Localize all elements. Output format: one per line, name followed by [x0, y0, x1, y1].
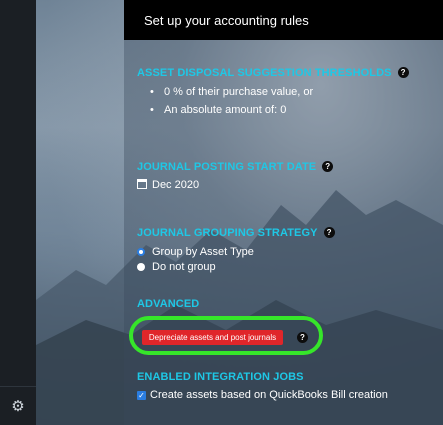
- posting-section-title: JOURNAL POSTING START DATE?: [137, 161, 334, 173]
- posting-date[interactable]: Dec 2020: [137, 179, 199, 191]
- disposal-title-text: ASSET DISPOSAL SUGGESTION THRESHOLDS: [137, 67, 392, 79]
- integration-section-title: ENABLED INTEGRATION JOBS: [137, 371, 304, 383]
- gear-icon[interactable]: ⚙: [8, 396, 28, 416]
- radio-label: Do not group: [152, 261, 216, 273]
- page-title: Set up your accounting rules: [144, 12, 309, 28]
- disposal-section-title: ASSET DISPOSAL SUGGESTION THRESHOLDS?: [137, 67, 409, 79]
- list-item: An absolute amount of: 0: [150, 104, 286, 116]
- checkbox-label: Create assets based on QuickBooks Bill c…: [150, 389, 388, 401]
- rail-divider: [0, 386, 36, 387]
- bullet-text: An absolute amount of: 0: [164, 104, 287, 116]
- advanced-section-title: ADVANCED: [137, 298, 199, 310]
- bullet-text: 0 % of their purchase value, or: [164, 86, 314, 98]
- panel-header: Set up your accounting rules: [124, 0, 443, 40]
- radio-group-by-asset-type[interactable]: Group by Asset Type: [137, 246, 254, 258]
- settings-panel: [124, 0, 443, 425]
- posting-date-value: Dec 2020: [152, 179, 200, 191]
- depreciate-assets-button[interactable]: Depreciate assets and post journals: [142, 330, 283, 345]
- calendar-icon: [137, 179, 147, 189]
- question-circle-icon[interactable]: ?: [397, 67, 409, 78]
- radio-do-not-group[interactable]: Do not group: [137, 261, 216, 273]
- grouping-section-title: JOURNAL GROUPING STRATEGY?: [137, 227, 335, 239]
- question-circle-icon[interactable]: ?: [297, 332, 308, 343]
- left-rail: [0, 0, 36, 425]
- question-circle-icon[interactable]: ?: [323, 227, 335, 238]
- posting-title-text: JOURNAL POSTING START DATE: [137, 161, 317, 173]
- radio-label: Group by Asset Type: [152, 246, 254, 258]
- quickbooks-bill-checkbox-row[interactable]: ✓ Create assets based on QuickBooks Bill …: [137, 389, 388, 401]
- question-circle-icon[interactable]: ?: [322, 161, 334, 172]
- radio-unselected-icon[interactable]: [137, 263, 145, 271]
- list-item: 0 % of their purchase value, or: [150, 86, 313, 98]
- grouping-title-text: JOURNAL GROUPING STRATEGY: [137, 227, 318, 239]
- radio-selected-icon[interactable]: [137, 248, 145, 256]
- advanced-title-text: ADVANCED: [137, 298, 200, 310]
- checkbox-checked-icon[interactable]: ✓: [137, 390, 146, 400]
- integration-title-text: ENABLED INTEGRATION JOBS: [137, 371, 304, 383]
- depreciate-button-label: Depreciate assets and post journals: [148, 333, 277, 342]
